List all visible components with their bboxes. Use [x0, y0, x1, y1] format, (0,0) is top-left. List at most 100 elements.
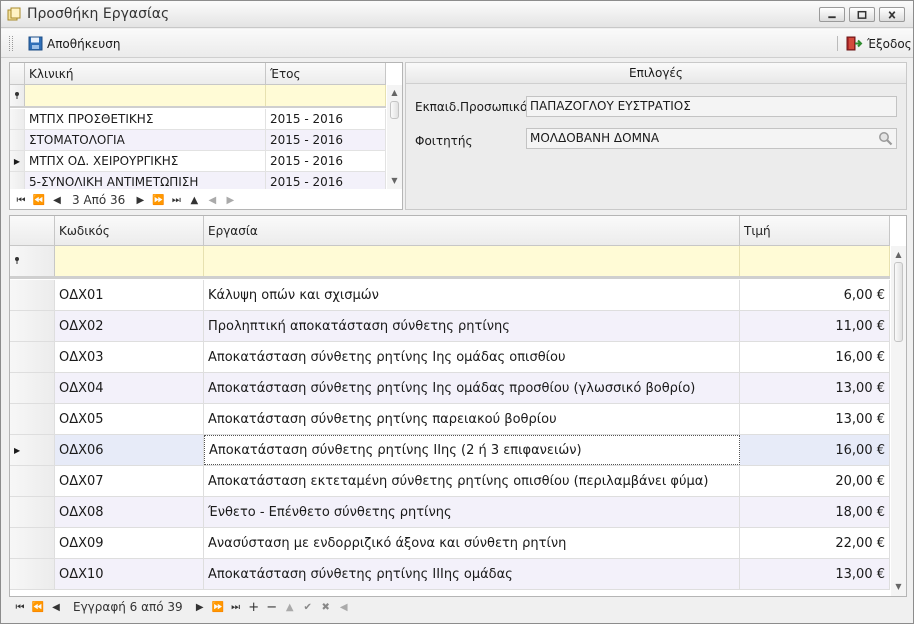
- code-cell[interactable]: ΟΔΧ02: [55, 311, 204, 341]
- price-cell[interactable]: 16,00 €: [740, 435, 890, 465]
- year-cell[interactable]: 2015 - 2016: [266, 172, 386, 189]
- filter-year-input[interactable]: [266, 85, 386, 106]
- code-cell[interactable]: ΟΔΧ04: [55, 373, 204, 403]
- task-cell[interactable]: Αποκατάσταση σύνθετης ρητίνης παρειακού …: [204, 404, 740, 434]
- column-header-clinic[interactable]: Κλινική: [25, 63, 266, 84]
- nav-prev-icon[interactable]: ◀: [48, 195, 66, 206]
- task-row[interactable]: ΟΔΧ07 Αποκατάσταση εκτεταμένη σύνθετης ρη…: [10, 466, 890, 497]
- scroll-up-arrow[interactable]: ▲: [891, 250, 906, 259]
- nav-next-icon[interactable]: ▶: [131, 195, 149, 206]
- filter-price-input[interactable]: [740, 246, 890, 276]
- clinic-row[interactable]: ▶ ΜΤΠΧ ΟΔ. ΧΕΙΡΟΥΡΓΙΚΗΣ 2015 - 2016: [10, 151, 386, 172]
- row-indicator[interactable]: [10, 342, 55, 372]
- row-indicator[interactable]: [10, 466, 55, 496]
- nav-next-icon[interactable]: ▶: [191, 602, 209, 613]
- clinic-cell[interactable]: ΜΤΠΧ ΟΔ. ΧΕΙΡΟΥΡΓΙΚΗΣ: [25, 151, 266, 171]
- column-header-task[interactable]: Εργασία: [204, 216, 740, 245]
- nav-edit-icon[interactable]: ▲: [281, 602, 299, 613]
- clinic-cell[interactable]: ΜΤΠΧ ΠΡΟΣΘΕΤΙΚΗΣ: [25, 109, 266, 129]
- task-row[interactable]: ΟΔΧ02 Προληπτική αποκατάσταση σύνθετης ρη…: [10, 311, 890, 342]
- nav-scroll-left-icon[interactable]: ◀: [335, 602, 353, 613]
- task-row[interactable]: ΟΔΧ10 Αποκατάσταση σύνθετης ρητίνης ΙΙΙης…: [10, 559, 890, 590]
- filter-code-input[interactable]: [55, 246, 204, 276]
- task-cell[interactable]: Προληπτική αποκατάσταση σύνθετης ρητίνης: [204, 311, 740, 341]
- clinic-grid-scrollbar[interactable]: ▲ ▼: [387, 85, 402, 189]
- nav-accept-icon[interactable]: ✔: [299, 602, 317, 613]
- filter-task-input[interactable]: [204, 246, 740, 276]
- nav-cancel-icon[interactable]: ✖: [317, 602, 335, 613]
- scroll-thumb[interactable]: [894, 262, 903, 342]
- nav-delete-icon[interactable]: −: [263, 600, 281, 615]
- row-indicator[interactable]: [10, 373, 55, 403]
- code-cell[interactable]: ΟΔΧ10: [55, 559, 204, 589]
- nav-prev-icon[interactable]: ◀: [47, 602, 65, 613]
- close-button[interactable]: [879, 7, 905, 22]
- column-header-year[interactable]: Έτος: [266, 63, 386, 84]
- task-cell[interactable]: Αποκατάσταση σύνθετης ρητίνης ΙΙης (2 ή …: [204, 435, 740, 465]
- staff-field[interactable]: ΠΑΠΑΖΟΓΛΟΥ ΕΥΣΤΡΑΤΙΟΣ: [526, 96, 897, 117]
- toolbar-grip[interactable]: [9, 36, 13, 51]
- column-header-price[interactable]: Τιμή: [740, 216, 890, 245]
- task-cell[interactable]: Κάλυψη οπών και σχισμών: [204, 280, 740, 310]
- code-cell[interactable]: ΟΔΧ07: [55, 466, 204, 496]
- task-row[interactable]: ΟΔΧ03 Αποκατάσταση σύνθετης ρητίνης Ιης ο…: [10, 342, 890, 373]
- scroll-up-arrow[interactable]: ▲: [387, 88, 402, 97]
- row-indicator[interactable]: [10, 109, 25, 129]
- row-indicator[interactable]: [10, 404, 55, 434]
- student-field[interactable]: ΜΟΛΔΟΒΑΝΗ ΔΟΜΝΑ: [526, 128, 897, 149]
- price-cell[interactable]: 16,00 €: [740, 342, 890, 372]
- row-indicator[interactable]: [10, 528, 55, 558]
- year-cell[interactable]: 2015 - 2016: [266, 151, 386, 171]
- column-header-code[interactable]: Κωδικός: [55, 216, 204, 245]
- price-cell[interactable]: 6,00 €: [740, 280, 890, 310]
- nav-next-page-icon[interactable]: ⏩: [149, 195, 167, 206]
- price-cell[interactable]: 22,00 €: [740, 528, 890, 558]
- year-cell[interactable]: 2015 - 2016: [266, 130, 386, 150]
- price-cell[interactable]: 13,00 €: [740, 404, 890, 434]
- task-row[interactable]: ΟΔΧ01 Κάλυψη οπών και σχισμών 6,00 €: [10, 280, 890, 311]
- nav-first-icon[interactable]: ⏮: [11, 602, 29, 613]
- code-cell[interactable]: ΟΔΧ01: [55, 280, 204, 310]
- clinic-cell[interactable]: ΣΤΟΜΑΤΟΛΟΓΙΑ: [25, 130, 266, 150]
- code-cell[interactable]: ΟΔΧ03: [55, 342, 204, 372]
- code-cell[interactable]: ΟΔΧ08: [55, 497, 204, 527]
- nav-prev-page-icon[interactable]: ⏪: [29, 602, 47, 613]
- filter-clinic-input[interactable]: [25, 85, 266, 106]
- row-indicator[interactable]: [10, 280, 55, 310]
- task-cell[interactable]: Αποκατάσταση εκτεταμένη σύνθετης ρητίνης…: [204, 466, 740, 496]
- row-indicator[interactable]: [10, 130, 25, 150]
- clinic-row[interactable]: ΣΤΟΜΑΤΟΛΟΓΙΑ 2015 - 2016: [10, 130, 386, 151]
- magnifier-icon[interactable]: [878, 131, 893, 146]
- nav-up-icon[interactable]: ▲: [185, 195, 203, 206]
- price-cell[interactable]: 20,00 €: [740, 466, 890, 496]
- tasks-grid-scrollbar[interactable]: ▲ ▼: [891, 246, 906, 596]
- code-cell[interactable]: ΟΔΧ09: [55, 528, 204, 558]
- task-row[interactable]: ▶ ΟΔΧ06 Αποκατάσταση σύνθετης ρητίνης ΙΙης…: [10, 435, 890, 466]
- scroll-thumb[interactable]: [390, 101, 399, 119]
- row-indicator[interactable]: [10, 559, 55, 589]
- row-indicator[interactable]: [10, 497, 55, 527]
- task-cell[interactable]: Ανασύσταση με ενδορριζικό άξονα και σύνθ…: [204, 528, 740, 558]
- code-cell[interactable]: ΟΔΧ05: [55, 404, 204, 434]
- scroll-down-arrow[interactable]: ▼: [387, 176, 402, 185]
- clinic-row[interactable]: 5-ΣΥΝΟΛΙΚΗ ΑΝΤΙΜΕΤΩΠΙΣΗ 2015 - 2016: [10, 172, 386, 189]
- nav-first-icon[interactable]: ⏮: [12, 195, 30, 206]
- row-pointer-icon[interactable]: ▶: [10, 151, 25, 171]
- task-row[interactable]: ΟΔΧ09 Ανασύσταση με ενδορριζικό άξονα και…: [10, 528, 890, 559]
- clinic-cell[interactable]: 5-ΣΥΝΟΛΙΚΗ ΑΝΤΙΜΕΤΩΠΙΣΗ: [25, 172, 266, 189]
- nav-add-icon[interactable]: +: [245, 600, 263, 615]
- nav-scroll-left-icon[interactable]: ◀: [203, 195, 221, 206]
- row-indicator[interactable]: [10, 172, 25, 189]
- nav-scroll-right-icon[interactable]: ▶: [221, 195, 239, 206]
- minimize-button[interactable]: [819, 7, 845, 22]
- year-cell[interactable]: 2015 - 2016: [266, 109, 386, 129]
- task-cell[interactable]: Αποκατάσταση σύνθετης ρητίνης ΙΙΙης ομάδ…: [204, 559, 740, 589]
- row-pointer-icon[interactable]: ▶: [10, 435, 55, 465]
- task-row[interactable]: ΟΔΧ05 Αποκατάσταση σύνθετης ρητίνης παρει…: [10, 404, 890, 435]
- task-row[interactable]: ΟΔΧ04 Αποκατάσταση σύνθετης ρητίνης Ιης ο…: [10, 373, 890, 404]
- task-cell[interactable]: Ένθετο - Επένθετο σύνθετης ρητίνης: [204, 497, 740, 527]
- nav-last-icon[interactable]: ⏭: [227, 602, 245, 613]
- scroll-down-arrow[interactable]: ▼: [891, 582, 906, 591]
- price-cell[interactable]: 13,00 €: [740, 559, 890, 589]
- price-cell[interactable]: 18,00 €: [740, 497, 890, 527]
